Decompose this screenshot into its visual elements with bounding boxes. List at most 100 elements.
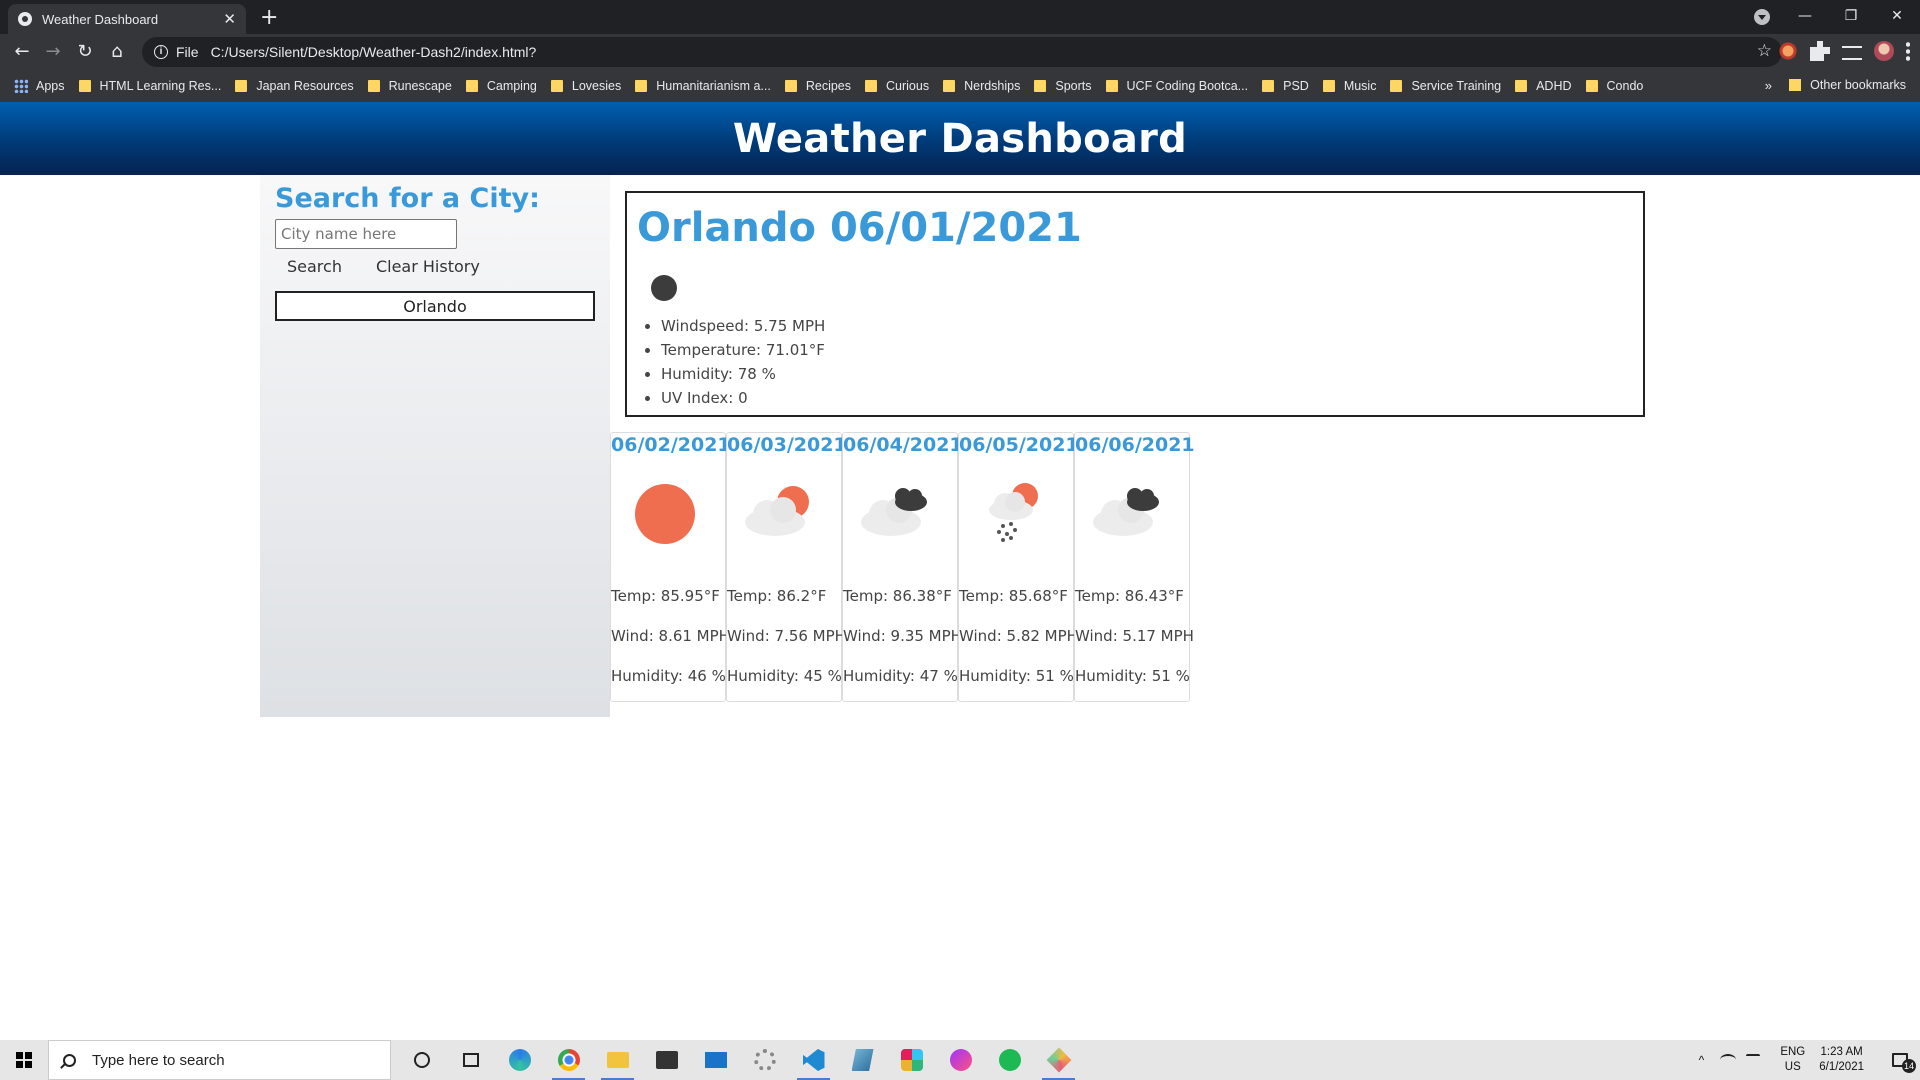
taskbar-app-explorer[interactable] [593,1040,642,1080]
bookmark-item[interactable]: HTML Learning Res... [78,79,221,93]
search-icon [63,1053,76,1067]
apps-shortcut[interactable]: Apps [14,79,65,93]
windows-taskbar: Type here to search ^ ENG US 1:23 AM 6/1… [0,1040,1920,1080]
task-view-icon [462,1053,479,1067]
forecast-wind: Wind: 8.61 MPH [611,627,730,645]
bookmark-star-icon[interactable]: ☆ [1757,41,1772,61]
folder-icon [1034,80,1047,92]
bookmark-item[interactable]: Humanitarianism a... [635,79,771,93]
forward-arrow-icon[interactable]: → [41,40,65,64]
search-heading: Search for a City: [275,183,540,214]
puzzle-icon[interactable] [1810,41,1830,61]
tab-close-icon[interactable]: ✕ [223,10,236,28]
page: Weather Dashboard Search for a City: Sea… [0,102,1920,1040]
bookmark-item[interactable]: Service Training [1390,79,1501,93]
window-controls: — ❐ ✕ [1782,0,1920,32]
bookmark-item[interactable]: Japan Resources [235,79,354,93]
bookmark-item[interactable]: Music [1322,79,1376,93]
info-icon[interactable]: i [154,45,168,59]
search-button[interactable]: Search [275,254,354,279]
folder-icon [550,80,563,92]
city-search-input[interactable] [275,219,457,249]
address-bar[interactable]: i File C:/Users/Silent/Desktop/Weather-D… [142,37,1782,67]
current-city-heading: Orlando 06/01/2021 [637,205,1082,251]
taskbar-app-vscode[interactable] [789,1040,838,1080]
taskbar-app-editor[interactable] [838,1040,887,1080]
extensions-area [1778,41,1910,61]
clear-history-button[interactable]: Clear History [364,254,492,279]
folder-icon [1789,79,1802,91]
start-button[interactable] [0,1040,48,1080]
action-center-button[interactable]: 14 [1880,1040,1920,1080]
bookmark-item[interactable]: Recipes [784,79,851,93]
bookmarks-overflow-button[interactable]: » [1765,78,1772,93]
taskbar-app-settings[interactable] [740,1040,789,1080]
store-icon [655,1051,678,1069]
taskbar-app-messenger[interactable] [936,1040,985,1080]
other-bookmarks[interactable]: Other bookmarks [1789,78,1906,92]
bookmark-label: Japan Resources [256,79,354,93]
taskbar-app-spotify[interactable] [985,1040,1034,1080]
bookmark-item[interactable]: Nerdships [943,79,1020,93]
folder-icon [784,80,797,92]
bookmark-label: Apps [36,79,65,93]
bookmark-item[interactable]: Sports [1034,79,1092,93]
network-icon[interactable] [1720,1054,1737,1066]
onedrive-icon[interactable] [1746,1054,1761,1066]
bookmark-item[interactable]: Runescape [367,79,452,93]
kebab-menu-icon[interactable] [1906,41,1910,61]
folder-icon [606,1052,629,1068]
new-tab-button[interactable]: + [260,5,278,30]
home-icon[interactable]: ⌂ [105,40,129,64]
folder-icon [235,80,248,92]
clock[interactable]: 1:23 AM 6/1/2021 [1819,1045,1864,1075]
forecast-temp: Temp: 86.38°F [843,587,952,605]
taskbar-app-mail[interactable] [691,1040,740,1080]
browser-toolbar: ← → ↻ ⌂ i File C:/Users/Silent/Desktop/W… [0,34,1920,70]
forecast-humidity: Humidity: 51 % [1075,667,1190,685]
url-text[interactable]: C:/Users/Silent/Desktop/Weather-Dash2/in… [211,44,537,60]
bookmark-label: ADHD [1536,79,1572,93]
bookmark-item[interactable]: Camping [465,79,537,93]
current-windspeed: Windspeed: 5.75 MPH [661,314,1633,338]
bookmark-item[interactable]: PSD [1262,79,1309,93]
slack-icon [900,1049,923,1071]
taskbar-app-chrome[interactable] [544,1040,593,1080]
tab-search-icon[interactable] [1754,9,1770,25]
browser-tab[interactable]: Weather Dashboard ✕ [8,4,246,34]
task-view-button[interactable] [446,1040,495,1080]
folder-icon [465,80,478,92]
reading-list-icon[interactable] [1842,45,1862,60]
cortana-button[interactable] [397,1040,446,1080]
language-indicator[interactable]: ENG US [1780,1045,1805,1075]
bookmark-label: Lovesies [571,79,622,93]
tray-expand-icon[interactable]: ^ [1699,1053,1705,1067]
bookmark-item[interactable]: Lovesies [550,79,622,93]
forecast-date: 06/03/2021 [727,434,847,456]
taskbar-app-slack[interactable] [887,1040,936,1080]
reload-icon[interactable]: ↻ [73,40,97,64]
bookmark-item[interactable]: UCF Coding Bootca... [1105,79,1248,93]
gear-icon [753,1049,776,1071]
taskbar-search-box[interactable]: Type here to search [48,1040,391,1080]
minimize-button[interactable]: — [1782,8,1828,24]
back-arrow-icon[interactable]: ← [10,40,34,64]
profile-avatar-icon[interactable] [1874,41,1894,61]
taskbar-app-gitkraken[interactable] [1034,1040,1083,1080]
taskbar-app-edge[interactable] [495,1040,544,1080]
extension-icon[interactable] [1778,41,1798,61]
chrome-icon [557,1049,580,1071]
spotify-icon [998,1049,1021,1071]
forecast-humidity: Humidity: 47 % [843,667,958,685]
forecast-humidity: Humidity: 51 % [959,667,1074,685]
forecast-wind: Wind: 5.82 MPH [959,627,1078,645]
forecast-wind: Wind: 7.56 MPH [727,627,846,645]
history-city-button[interactable]: Orlando [275,291,595,321]
restore-button[interactable]: ❐ [1828,8,1874,24]
bookmark-item[interactable]: ADHD [1515,79,1572,93]
bookmark-item[interactable]: Condo [1585,79,1643,93]
bookmark-item[interactable]: Curious [865,79,929,93]
taskbar-app-store[interactable] [642,1040,691,1080]
close-window-button[interactable]: ✕ [1874,8,1920,24]
apps-grid-icon [14,79,28,93]
